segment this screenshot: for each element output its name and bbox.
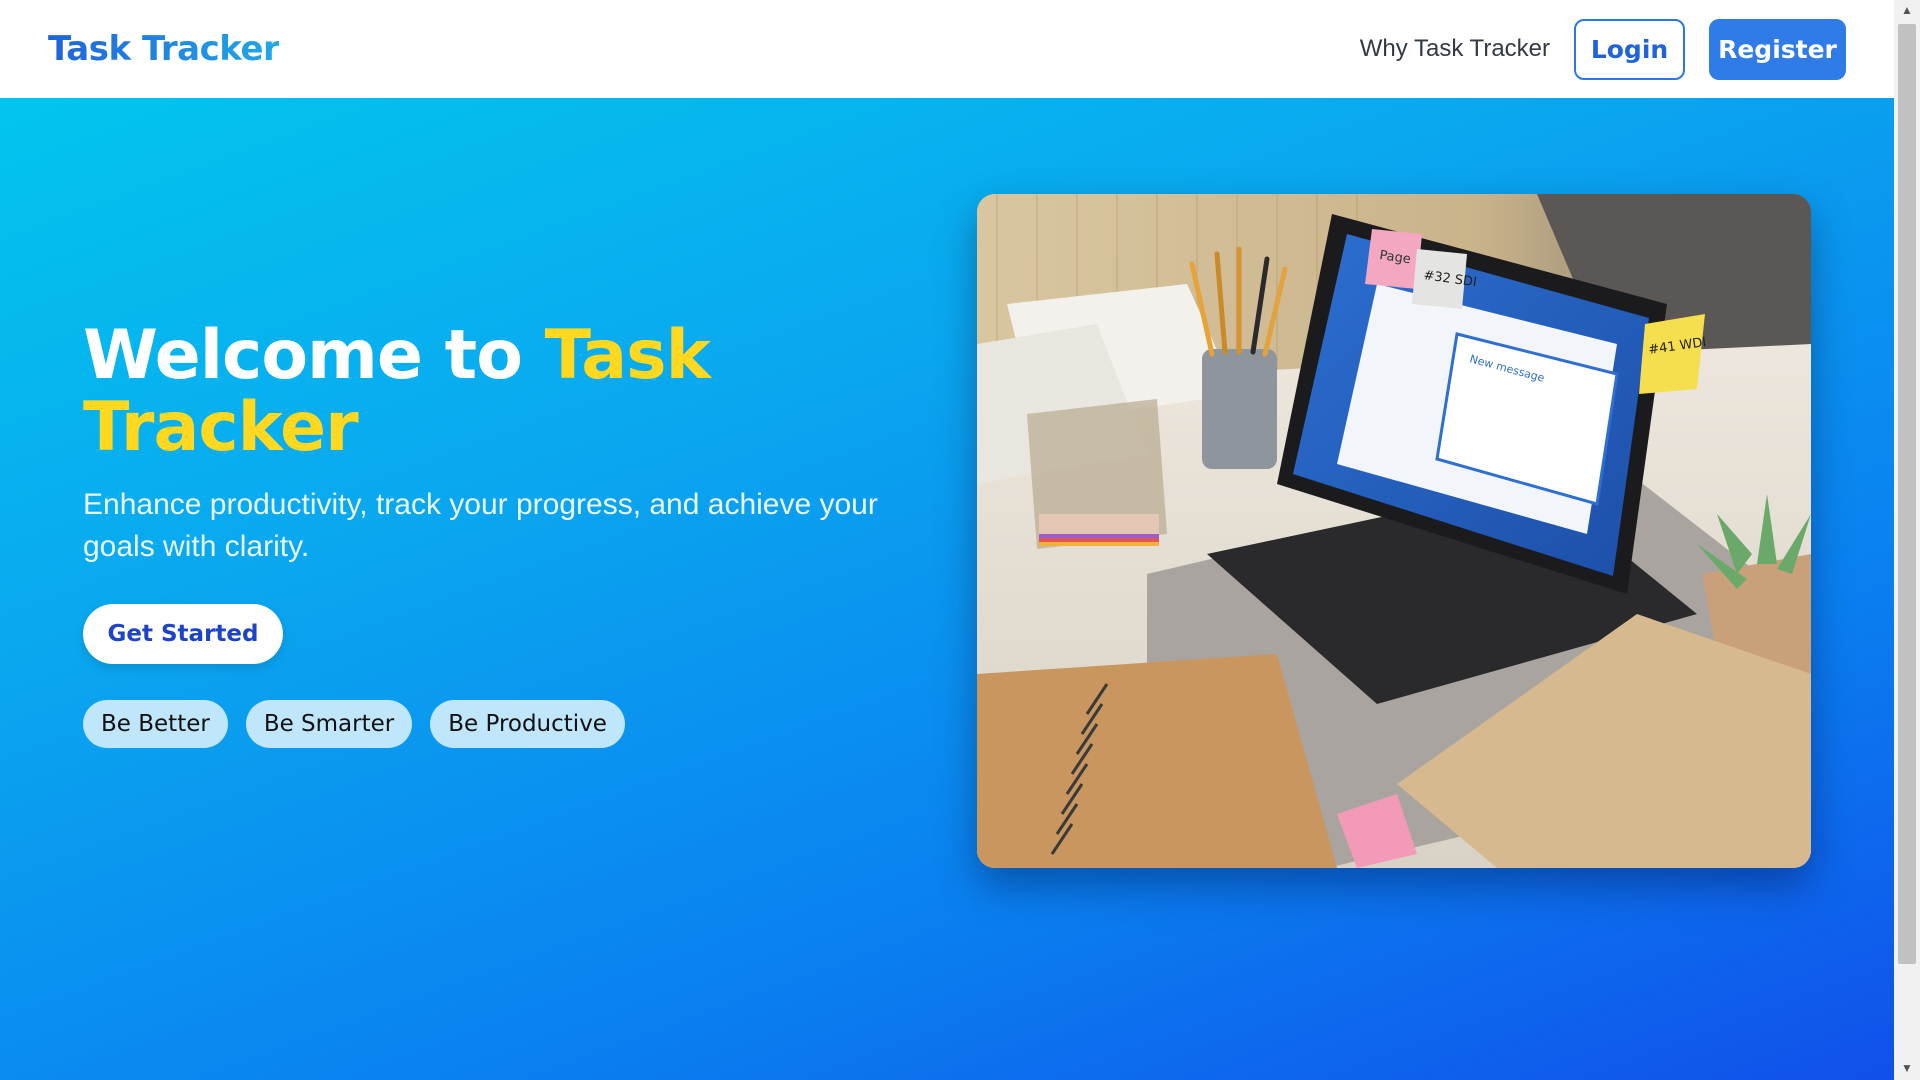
why-task-tracker-link[interactable]: Why Task Tracker [1360,35,1550,63]
chevron-down-icon[interactable]: ▼ [1894,1058,1920,1078]
hero-subtitle: Enhance productivity, track your progres… [83,488,878,563]
nav-actions: Why Task Tracker Login Register [1360,18,1846,80]
navbar: Task Tracker Why Task Tracker Login Regi… [0,0,1894,98]
tag-list: Be Better Be Smarter Be Productive [83,700,625,748]
hero-headline: Welcome to Task Tracker [83,320,803,464]
register-button[interactable]: Register [1709,18,1846,80]
desk-illustration: New message Page 137 #32 SDI #41 WDI [977,194,1811,868]
chevron-up-icon[interactable]: ▲ [1894,0,1920,20]
scroll-thumb[interactable] [1898,24,1916,964]
hero-section: Welcome to Task Tracker Enhance producti… [0,98,1894,1080]
tag-be-smarter: Be Smarter [245,700,413,748]
tag-be-better: Be Better [83,700,228,748]
tag-be-productive: Be Productive [430,700,625,748]
page-scrollbar[interactable]: ▲ ▼ [1894,0,1920,1080]
get-started-button[interactable]: Get Started [83,604,283,664]
brand-logo[interactable]: Task Tracker [48,29,280,69]
headline-prefix: Welcome to [83,316,545,395]
hero-image: New message Page 137 #32 SDI #41 WDI [977,194,1811,868]
login-button[interactable]: Login [1574,18,1685,80]
